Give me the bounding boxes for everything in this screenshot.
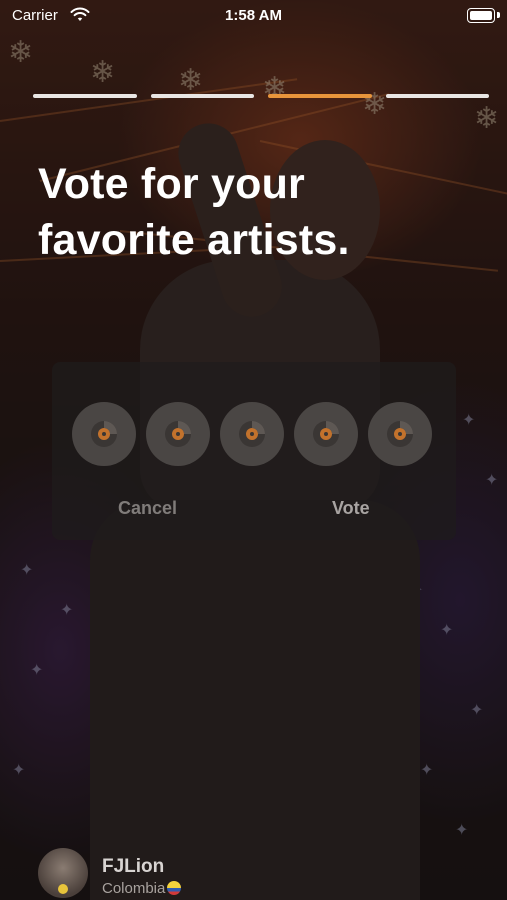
avatar[interactable]: [38, 848, 88, 898]
headline: Vote for your favorite artists.: [38, 156, 478, 268]
artist-name: FJLion: [102, 856, 165, 877]
vinyl-record-icon: [165, 421, 191, 447]
artist-country-line: Colombia: [102, 880, 182, 897]
rating-options: [72, 402, 432, 466]
vinyl-record-icon: [387, 421, 413, 447]
progress-segment-4: [385, 94, 489, 98]
rating-option-5[interactable]: [368, 402, 432, 466]
rating-option-1[interactable]: [72, 402, 136, 466]
headline-line-2: favorite artists.: [38, 216, 350, 264]
colombia-flag-icon: [167, 881, 182, 895]
cancel-button[interactable]: Cancel: [118, 498, 177, 519]
rating-option-2[interactable]: [146, 402, 210, 466]
card-actions: Cancel Vote: [52, 498, 456, 522]
progress-segment-3-active: [268, 94, 372, 98]
story-progress: [33, 94, 489, 98]
vinyl-record-icon: [91, 421, 117, 447]
progress-segment-1: [33, 94, 137, 98]
artist-country: Colombia: [102, 880, 166, 897]
vinyl-record-icon: [313, 421, 339, 447]
progress-segment-2: [150, 94, 254, 98]
vote-card: Cancel Vote: [52, 362, 456, 540]
status-bar: Carrier 1:58 AM: [0, 0, 507, 32]
rating-option-4[interactable]: [294, 402, 358, 466]
status-time: 1:58 AM: [225, 7, 282, 24]
vinyl-record-icon: [239, 421, 265, 447]
verified-badge-icon: [58, 884, 68, 894]
rating-option-3[interactable]: [220, 402, 284, 466]
vote-button[interactable]: Vote: [332, 498, 370, 519]
battery-icon: [467, 8, 495, 23]
headline-line-1: Vote for your: [38, 160, 305, 208]
